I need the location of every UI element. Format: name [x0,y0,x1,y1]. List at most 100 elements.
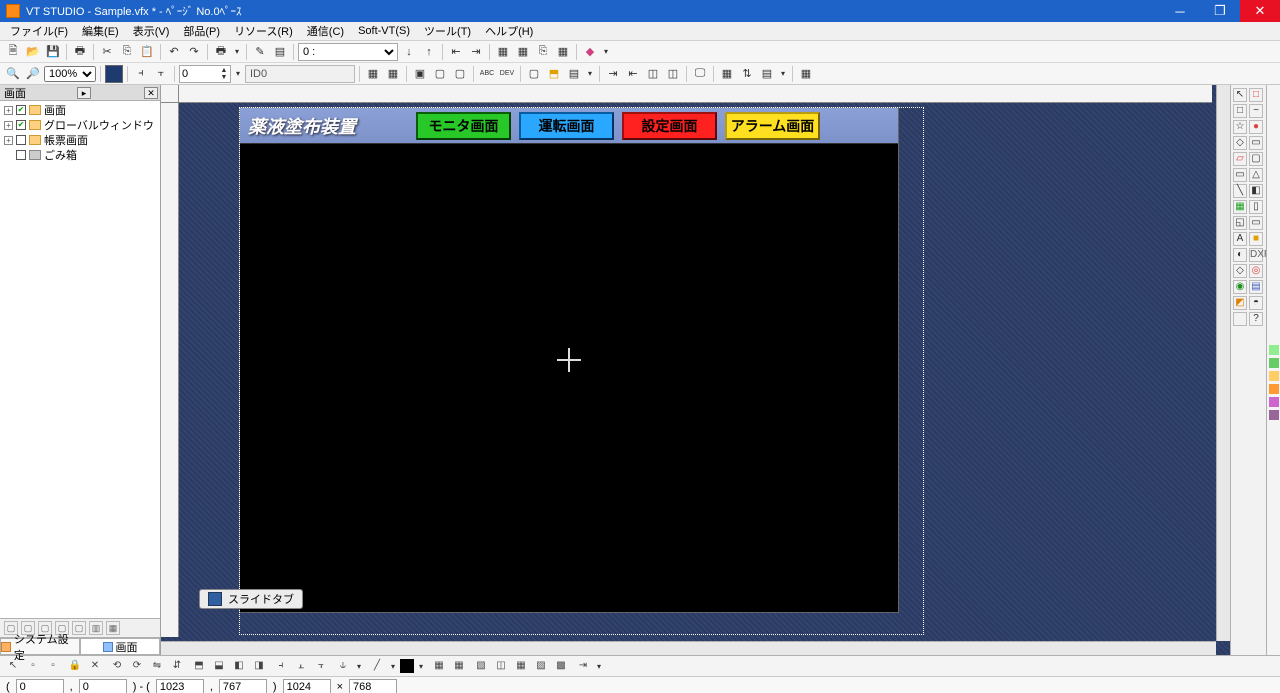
tree-node[interactable]: +✔画面 [2,103,158,117]
new-button[interactable]: 🗎 [4,43,22,61]
tb2-11[interactable]: ◫ [644,65,662,83]
tb2-6[interactable]: ▢ [525,65,543,83]
tb2-15[interactable]: ▤ [758,65,776,83]
tool-29[interactable]: ? [1249,312,1263,326]
save-button[interactable]: 💾 [44,43,62,61]
checkbox[interactable] [16,135,26,145]
menu-ファイル(F)[interactable]: ファイル(F) [4,21,74,41]
tb2-8[interactable]: ▤ [565,65,583,83]
step-fwd-button[interactable]: ⇥ [467,43,485,61]
bt-g3[interactable]: ▧ [472,657,490,675]
close-button[interactable]: ✕ [1240,0,1280,22]
y-input[interactable] [79,679,127,693]
checkbox[interactable] [16,150,26,160]
page-selector[interactable]: 0 : [298,43,398,61]
tool-3[interactable]: ~ [1249,104,1263,118]
tb2-9[interactable]: ⇥ [604,65,622,83]
color-swatch[interactable] [1269,345,1279,355]
sidebar-close-button[interactable]: ✕ [144,87,158,99]
color-swatch[interactable] [1269,384,1279,394]
zoom-out-button[interactable]: 🔎 [24,65,42,83]
tb2-4[interactable]: ▢ [431,65,449,83]
redo-button[interactable]: ↷ [185,43,203,61]
tool-27[interactable]: ◓ [1249,296,1263,310]
tree-node[interactable]: +帳票画面 [2,133,158,147]
bt-align-c[interactable]: ⫠ [292,657,310,675]
bt-line[interactable]: ╱ [368,657,386,675]
menu-編集(E)[interactable]: 編集(E) [76,21,125,41]
color-swatch[interactable] [1269,397,1279,407]
bt-del[interactable]: ✕ [86,657,104,675]
design-canvas[interactable]: 薬液塗布装置 モニタ画面運転画面設定画面アラーム画面 スライドタブ [161,85,1230,655]
paste-button[interactable]: 📋 [138,43,156,61]
tb2-5[interactable]: ▢ [451,65,469,83]
menu-Soft-VT(S)[interactable]: Soft-VT(S) [352,23,416,39]
resh-input[interactable] [349,679,397,693]
tool-14[interactable]: ▦ [1233,200,1247,214]
tool-20[interactable]: ◐ [1233,248,1247,262]
tb2-7[interactable]: ⬒ [545,65,563,83]
transfer2-button[interactable]: ▦ [514,43,532,61]
tool-11[interactable]: △ [1249,168,1263,182]
align-h-button[interactable]: ⫞ [132,65,150,83]
transfer4-button[interactable]: ▦ [554,43,572,61]
zoom-selector[interactable]: 100% [44,66,96,82]
bt-g1[interactable]: ▦ [430,657,448,675]
transfer3-button[interactable]: ⎘ [534,43,552,61]
tool-22[interactable]: ◇ [1233,264,1247,278]
bt-a2[interactable]: ▫ [44,657,62,675]
checkbox[interactable]: ✔ [16,120,26,130]
copy-button[interactable]: ⎘ [118,43,136,61]
tb2-10[interactable]: ⇤ [624,65,642,83]
hmi-nav-button[interactable]: 設定画面 [622,112,717,140]
tb2-monitor[interactable]: 🖵 [691,65,709,83]
tb2-3[interactable]: ▣ [411,65,429,83]
tool-9[interactable]: ▢ [1249,152,1263,166]
sidebar-pin-button[interactable]: ▸ [77,87,91,99]
tb2-1[interactable]: ▦ [364,65,382,83]
tool-17[interactable]: ▭ [1249,216,1263,230]
cut-button[interactable]: ✂ [98,43,116,61]
x-input[interactable] [16,679,64,693]
screen-tree[interactable]: +✔画面+✔グローバルウィンドウ+帳票画面ごみ箱 [0,101,160,618]
bt-g8[interactable]: ⇥ [574,657,592,675]
tb2-12[interactable]: ◫ [664,65,682,83]
edit-mode-button[interactable]: ✎ [251,43,269,61]
step-back-button[interactable]: ⇤ [447,43,465,61]
tool-16[interactable]: ◱ [1233,216,1247,230]
bt-align-r[interactable]: ⫟ [312,657,330,675]
bt-flip-h[interactable]: ⇋ [148,657,166,675]
print2-button[interactable]: 🖶 [212,43,230,61]
tool-28[interactable] [1233,312,1247,326]
tool-26[interactable]: ◩ [1233,296,1247,310]
menu-表示(V)[interactable]: 表示(V) [127,21,176,41]
canvas-v-scrollbar[interactable] [1216,85,1230,641]
sb-6[interactable]: ▥ [89,621,103,635]
tool-23[interactable]: ◎ [1249,264,1263,278]
bt-g6[interactable]: ▨ [532,657,550,675]
expand-icon[interactable]: + [4,121,13,130]
bt-align-l[interactable]: ⫞ [272,657,290,675]
canvas-h-scrollbar[interactable] [161,641,1216,655]
tool-13[interactable]: ◧ [1249,184,1263,198]
id-field[interactable]: ID0 [245,65,355,83]
tb2-16[interactable]: ▦ [797,65,815,83]
menu-通信(C)[interactable]: 通信(C) [301,21,350,41]
color-swatch[interactable] [1269,371,1279,381]
bt-front[interactable]: ⬒ [190,657,208,675]
tab-system-settings[interactable]: システム設定 [0,638,80,655]
hmi-screen[interactable]: 薬液塗布装置 モニタ画面運転画面設定画面アラーム画面 [239,107,899,613]
tool-19[interactable]: ■ [1249,232,1263,246]
bt-g7[interactable]: ▩ [552,657,570,675]
bt-flip-v[interactable]: ⇵ [168,657,186,675]
bt-fill[interactable] [400,659,414,673]
checkbox[interactable]: ✔ [16,105,26,115]
bt-lock[interactable]: 🔒 [66,657,84,675]
tb2-14[interactable]: ⇅ [738,65,756,83]
screen-no-spinner[interactable]: ▲▼ [179,65,231,83]
bt-g4[interactable]: ◫ [492,657,510,675]
tool-12[interactable]: ╲ [1233,184,1247,198]
w-input[interactable] [156,679,204,693]
palette-button[interactable]: ◆ [581,43,599,61]
hmi-nav-button[interactable]: アラーム画面 [725,112,820,140]
